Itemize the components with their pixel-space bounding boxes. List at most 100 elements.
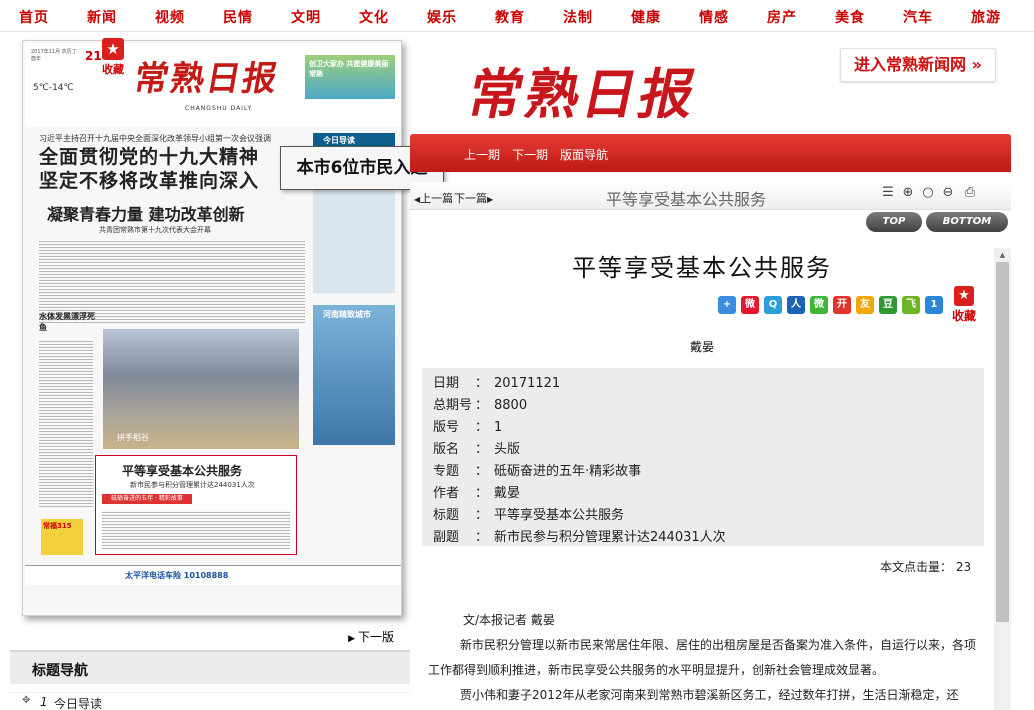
meta-row-title: 标题 ： 平等享受基本公共服务	[433, 504, 624, 523]
go-to-bottom-button[interactable]: BOTTOM	[926, 212, 1008, 232]
kaixin-share-icon[interactable]: 开	[833, 296, 851, 314]
newspaper-page-thumbnail[interactable]: 2017年11月 农历丁酉年 21 5℃-14℃ 常熟日报 CHANGSHU D…	[22, 40, 402, 616]
paper-article-box[interactable]: 平等享受基本公共服务 新市民参与积分管理累计达244031人次 砥砺奋进的五年 …	[95, 455, 297, 555]
nav-food[interactable]: 美食	[835, 7, 865, 27]
article-meta-box: 日期： 20171121 总期号： 8800 版号： 1 版名：头版 专题：砥砺奋进的…	[422, 368, 984, 546]
double-chevron-right-icon: »	[966, 55, 982, 74]
next-article-label: 下一篇	[454, 192, 487, 205]
prev-article-link[interactable]: ◀上一篇	[414, 190, 453, 206]
meta-value: 新市民参与积分管理累计达244031人次	[494, 530, 726, 545]
favorite-label: 收藏	[102, 63, 124, 76]
meta-colon: ：	[475, 398, 489, 413]
nav-property[interactable]: 房产	[767, 7, 797, 27]
nav-health[interactable]: 健康	[631, 7, 661, 27]
site-logo[interactable]: 常熟日报	[462, 50, 707, 129]
paper-weather: 5℃-14℃	[33, 83, 74, 93]
print-icon[interactable]: ⎙	[962, 185, 978, 201]
paper-side2-title: 河南精致城市	[323, 310, 371, 319]
wechat-share-icon[interactable]: 微	[810, 296, 828, 314]
meta-value: 1	[494, 420, 503, 435]
zoom-in-icon[interactable]: ⊕	[900, 185, 916, 201]
meta-value: 头版	[494, 442, 521, 457]
star-icon: ★	[954, 286, 974, 306]
pengyou-share-icon[interactable]: 友	[856, 296, 874, 314]
right-panel: 常熟日报 进入常熟新闻网 » 上一期 下一期 版面导航 ◀上一篇 下一篇▶ 平等…	[410, 36, 1034, 710]
back-to-top-button[interactable]: TOP	[866, 212, 922, 232]
meta-colon: ：	[475, 376, 489, 391]
paper-box-text	[102, 510, 290, 550]
prev-article-label: 上一篇	[420, 192, 454, 205]
title-nav-heading: 标题导航	[32, 663, 88, 679]
zoom-out-icon[interactable]: ⊖	[940, 185, 956, 201]
triangle-right-icon: ▶	[348, 634, 355, 644]
click-count-label: 本文点击量：	[880, 560, 953, 574]
article-paragraph: 新市民积分管理以新市民来常居住年限、居住的出租房屋是否备案为准入条件，自运行以来…	[428, 638, 977, 677]
issue-nav-bar: 上一期 下一期 版面导航	[410, 134, 1011, 172]
paper-date: 2017年11月 农历丁酉年	[31, 49, 77, 62]
left-panel: 2017年11月 农历丁酉年 21 5℃-14℃ 常熟日报 CHANGSHU D…	[10, 36, 444, 710]
enter-news-site-button[interactable]: 进入常熟新闻网 »	[840, 48, 996, 82]
one-share-icon[interactable]: 1	[925, 296, 943, 314]
paper-footer-ad: 太平洋电话车险 10108888	[25, 565, 401, 585]
meta-key: 总期号	[433, 398, 473, 413]
paper-ad-text: 创卫大家办 共建健康美丽常熟	[309, 60, 389, 78]
nav-civilization[interactable]: 文明	[291, 7, 321, 27]
paper-masthead: 2017年11月 农历丁酉年 21 5℃-14℃ 常熟日报 CHANGSHU D…	[25, 43, 401, 127]
article-toolbar: ◀上一篇 下一篇▶ 平等享受基本公共服务 ☰ ⊕ ○ ⊖ ⎙	[410, 182, 1011, 210]
star-icon: ★	[102, 38, 124, 60]
nav-public-opinion[interactable]: 民情	[223, 7, 253, 27]
page-nav-link[interactable]: 版面导航	[560, 146, 608, 163]
paper-yellow-ad: 常福315	[41, 519, 83, 555]
meta-colon: ：	[475, 442, 489, 457]
list-icon[interactable]: ☰	[880, 185, 896, 201]
meta-row-date: 日期 ： 20171121	[433, 372, 560, 391]
feixin-share-icon[interactable]: 飞	[902, 296, 920, 314]
renren-share-icon[interactable]: 人	[787, 296, 805, 314]
nav-home[interactable]: 首页	[19, 7, 49, 27]
paper-box-title: 平等享受基本公共服务	[122, 464, 243, 478]
weibo-share-icon[interactable]: 微	[741, 296, 759, 314]
article-body: 文/本报记者 戴晏 新市民积分管理以新市民来常居住年限、居住的出租房屋是否备案为…	[428, 608, 976, 708]
favorite-badge-right[interactable]: ★ 收藏	[950, 286, 978, 324]
meta-value: 平等享受基本公共服务	[494, 508, 625, 523]
next-page-link[interactable]: ▶ 下一版	[348, 628, 394, 645]
nav-travel[interactable]: 旅游	[971, 7, 1001, 27]
nav-emotion[interactable]: 情感	[699, 7, 729, 27]
prev-issue-link[interactable]: 上一期	[464, 146, 500, 163]
meta-row-author: 作者 ： 戴晏	[433, 482, 520, 501]
meta-colon: ：	[475, 486, 489, 501]
qzone-share-icon[interactable]: Q	[764, 296, 782, 314]
nav-auto[interactable]: 汽车	[903, 7, 933, 27]
nav-entertainment[interactable]: 娱乐	[427, 7, 457, 27]
triangle-right-icon: ▶	[487, 195, 494, 204]
nav-video[interactable]: 视频	[155, 7, 185, 27]
next-article-link[interactable]: 下一篇▶	[454, 190, 493, 206]
scroll-up-icon[interactable]: ▲	[994, 248, 1011, 262]
meta-key: 标题	[433, 508, 460, 523]
next-issue-link[interactable]: 下一期	[512, 146, 548, 163]
douban-share-icon[interactable]: 豆	[879, 296, 897, 314]
article-title: 平等享受基本公共服务	[572, 254, 832, 282]
paper-logo: 常熟日报	[130, 59, 282, 99]
title-nav-item-number: 1	[40, 695, 48, 709]
favorite-badge-left[interactable]: ★ 收藏	[97, 38, 129, 78]
article-byline: 文/本报记者 戴晏	[463, 613, 555, 627]
paper-headline: 全面贯彻党的十九大精神 坚定不移将改革推向深入	[39, 145, 259, 193]
scrollbar-thumb[interactable]	[996, 262, 1009, 622]
nav-education[interactable]: 教育	[495, 7, 525, 27]
paper-left-column: 水体发黑漂浮死鱼	[39, 311, 95, 551]
title-nav-header: 标题导航	[10, 650, 410, 684]
title-nav-item[interactable]: ✥ 1 今日导读	[10, 692, 410, 710]
meta-key: 作者	[433, 486, 460, 501]
click-count: 本文点击量： 23	[880, 558, 971, 575]
nav-law[interactable]: 法制	[563, 7, 593, 27]
meta-row-issue: 总期号： 8800	[433, 394, 527, 413]
zoom-reset-icon[interactable]: ○	[920, 185, 936, 201]
nav-culture[interactable]: 文化	[359, 7, 389, 27]
paper-headline-line1: 全面贯彻党的十九大精神	[39, 146, 260, 168]
paper-lead-rule: 习近平主持召开十九届中央全面深化改革领导小组第一次会议强调	[39, 134, 271, 143]
nav-news[interactable]: 新闻	[87, 7, 117, 27]
plus-share-icon[interactable]: +	[718, 296, 736, 314]
meta-key: 版名	[433, 442, 460, 457]
enter-news-site-label: 进入常熟新闻网	[854, 55, 967, 74]
